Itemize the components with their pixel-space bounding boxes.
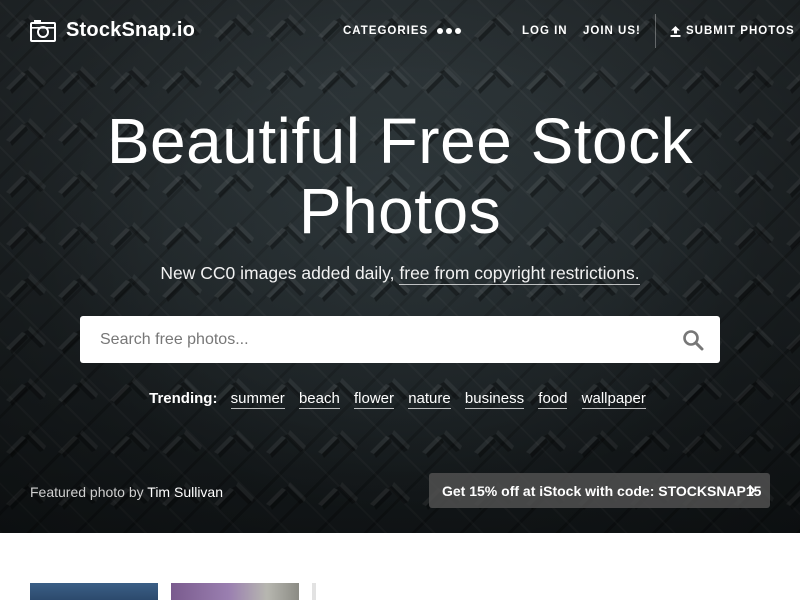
trending-tag[interactable]: nature: [408, 390, 451, 409]
chevron-right-icon: [748, 484, 756, 497]
trending-tag[interactable]: summer: [230, 390, 285, 409]
more-dots-icon[interactable]: [437, 28, 461, 34]
camera-icon: [30, 19, 56, 42]
hero-headline: Beautiful Free Stock Photos: [100, 106, 700, 246]
headline-line-2: Photos: [298, 175, 502, 247]
trending-tags: Trending: summer beach flower nature bus…: [0, 390, 800, 409]
featured-photo-credit: Featured photo by Tim Sullivan: [30, 484, 223, 500]
featured-prefix: Featured photo by: [30, 484, 148, 500]
site-logo[interactable]: StockSnap.io: [30, 19, 195, 42]
photo-thumbnail[interactable]: [312, 583, 316, 600]
photo-thumbnail[interactable]: [171, 583, 299, 600]
search-input[interactable]: [80, 316, 660, 363]
trending-tag[interactable]: flower: [354, 390, 395, 409]
upload-icon: [670, 25, 681, 37]
hero-subline: New CC0 images added daily, free from co…: [0, 263, 800, 285]
nav-divider: [655, 14, 656, 48]
trending-tag[interactable]: food: [538, 390, 568, 409]
istock-promo-button[interactable]: Get 15% off at iStock with code: STOCKSN…: [429, 473, 770, 508]
subline-text: New CC0 images added daily,: [160, 263, 400, 283]
featured-author-link[interactable]: Tim Sullivan: [147, 484, 223, 500]
search-icon[interactable]: [682, 329, 704, 351]
nav-login[interactable]: LOG IN: [522, 25, 568, 37]
trending-label: Trending:: [149, 390, 218, 407]
nav-join[interactable]: JOIN US!: [583, 25, 641, 37]
submit-photos-button[interactable]: SUBMIT PHOTOS: [670, 25, 795, 37]
trending-tag[interactable]: beach: [298, 390, 340, 409]
promo-label: Get 15% off at iStock with code: STOCKSN…: [442, 482, 762, 499]
photo-thumbnail[interactable]: [30, 583, 158, 600]
brand-name: StockSnap.io: [66, 19, 196, 41]
hero-banner: StockSnap.io CATEGORIES LOG IN JOIN US! …: [0, 0, 800, 533]
headline-line-1: Beautiful Free Stock: [106, 105, 694, 177]
trending-tag[interactable]: business: [464, 390, 525, 409]
nav-categories[interactable]: CATEGORIES: [343, 25, 428, 37]
submit-photos-label: SUBMIT PHOTOS: [686, 25, 795, 37]
copyright-link[interactable]: free from copyright restrictions.: [399, 263, 640, 285]
search-bar: [80, 316, 720, 363]
trending-tag[interactable]: wallpaper: [581, 390, 646, 409]
